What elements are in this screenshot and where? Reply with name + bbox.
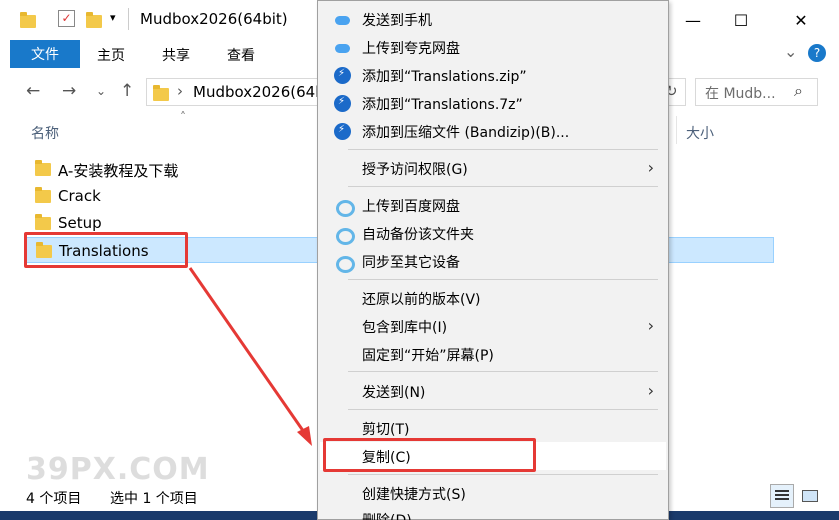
details-view-button[interactable] bbox=[770, 484, 794, 508]
baidu-icon bbox=[334, 253, 355, 273]
menu-separator bbox=[348, 474, 658, 475]
cloud-icon bbox=[334, 39, 351, 56]
menu-item-label: 还原以前的版本(V) bbox=[362, 292, 481, 308]
bandizip-icon bbox=[334, 67, 351, 84]
menu-item-include-library[interactable]: 包含到库中(I) › bbox=[320, 312, 666, 340]
menu-item-label: 剪切(T) bbox=[362, 422, 410, 438]
menu-item-label: 包含到库中(I) bbox=[362, 320, 448, 336]
menu-item-upload-quark[interactable]: 上传到夸克网盘 bbox=[320, 33, 666, 61]
menu-item-add-bandizip[interactable]: 添加到压缩文件 (Bandizip)(B)... bbox=[320, 117, 666, 145]
menu-item-add-zip[interactable]: 添加到“Translations.zip” bbox=[320, 61, 666, 89]
selected-count: 选中 1 个项目 bbox=[110, 491, 198, 507]
submenu-arrow-icon: › bbox=[647, 158, 654, 177]
menu-item-create-shortcut[interactable]: 创建快捷方式(S) bbox=[320, 479, 666, 507]
menu-item-send-to[interactable]: 发送到(N) › bbox=[320, 377, 666, 405]
menu-item-auto-backup[interactable]: 自动备份该文件夹 bbox=[320, 219, 666, 247]
menu-item-label: 添加到“Translations.zip” bbox=[362, 69, 527, 85]
menu-item-label: 上传到百度网盘 bbox=[362, 199, 460, 215]
menu-item-label: 添加到压缩文件 (Bandizip)(B)... bbox=[362, 125, 570, 141]
large-icons-view-icon bbox=[802, 490, 818, 502]
bandizip-icon bbox=[334, 95, 351, 112]
menu-item-label: 上传到夸克网盘 bbox=[362, 41, 460, 57]
cloud-icon bbox=[334, 11, 351, 28]
item-count: 4 个项目 bbox=[26, 491, 82, 507]
menu-separator bbox=[348, 279, 658, 280]
menu-item-label: 创建快捷方式(S) bbox=[362, 487, 466, 503]
menu-item-delete[interactable]: 删除(D) bbox=[320, 505, 666, 520]
menu-item-label: 同步至其它设备 bbox=[362, 255, 460, 271]
menu-separator bbox=[348, 186, 658, 187]
menu-item-label: 发送到(N) bbox=[362, 385, 426, 401]
menu-item-label: 删除(D) bbox=[362, 510, 412, 520]
large-icons-view-button[interactable] bbox=[798, 484, 822, 508]
menu-item-upload-baidu[interactable]: 上传到百度网盘 bbox=[320, 191, 666, 219]
submenu-arrow-icon: › bbox=[647, 381, 654, 400]
menu-separator bbox=[348, 371, 658, 372]
watermark: 39PX.COM bbox=[26, 452, 210, 487]
menu-item-sync-devices[interactable]: 同步至其它设备 bbox=[320, 247, 666, 275]
bandizip-icon bbox=[334, 123, 351, 140]
baidu-icon bbox=[334, 197, 355, 217]
submenu-arrow-icon: › bbox=[647, 316, 654, 335]
menu-separator bbox=[348, 149, 658, 150]
menu-item-restore-versions[interactable]: 还原以前的版本(V) bbox=[320, 284, 666, 312]
menu-item-label: 发送到手机 bbox=[362, 13, 432, 29]
menu-item-grant-access[interactable]: 授予访问权限(G) › bbox=[320, 154, 666, 182]
menu-item-send-to-phone[interactable]: 发送到手机 bbox=[320, 5, 666, 33]
menu-separator bbox=[348, 409, 658, 410]
menu-item-label: 自动备份该文件夹 bbox=[362, 227, 474, 243]
menu-item-label: 授予访问权限(G) bbox=[362, 162, 468, 178]
details-view-icon bbox=[775, 490, 789, 492]
menu-item-pin-start[interactable]: 固定到“开始”屏幕(P) bbox=[320, 340, 666, 368]
menu-item-label: 添加到“Translations.7z” bbox=[362, 97, 523, 113]
annotation-box-copy bbox=[323, 438, 536, 472]
menu-item-add-7z[interactable]: 添加到“Translations.7z” bbox=[320, 89, 666, 117]
baidu-icon bbox=[334, 225, 355, 245]
menu-item-label: 固定到“开始”屏幕(P) bbox=[362, 348, 494, 364]
